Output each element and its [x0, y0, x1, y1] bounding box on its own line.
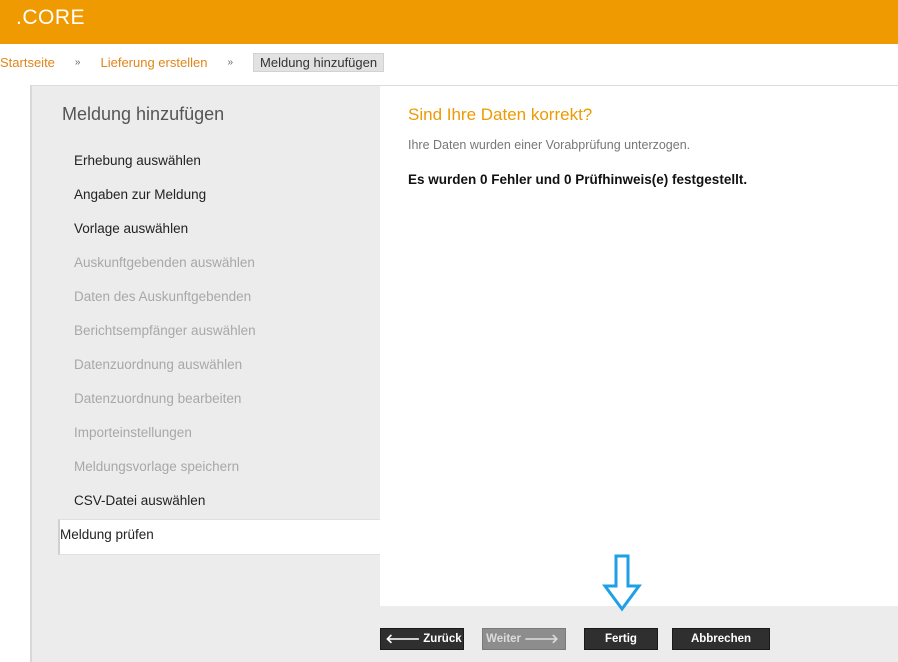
- content-subtitle: Ihre Daten wurden einer Vorabprüfung unt…: [408, 138, 691, 152]
- cancel-button[interactable]: Abbrechen: [672, 628, 770, 650]
- step-daten-des-auskunftgebenden: Daten des Auskunftgebenden: [74, 289, 252, 304]
- page-title: Sind Ihre Daten korrekt?: [408, 105, 593, 124]
- breadcrumb: Startseite » Lieferung erstellen » Meldu…: [0, 52, 385, 72]
- step-datenzuordnung-auswaehlen: Datenzuordnung auswählen: [74, 357, 243, 372]
- cancel-button-label: Abbrechen: [690, 633, 752, 645]
- step-auskunftgebenden-auswaehlen: Auskunftgebenden auswählen: [74, 255, 255, 270]
- step-angaben-zur-meldung[interactable]: Angaben zur Meldung: [74, 187, 206, 202]
- step-erhebung-auswaehlen[interactable]: Erhebung auswählen: [74, 153, 201, 168]
- wizard-sidebar: Meldung hinzufügen Erhebung auswählen An…: [32, 86, 382, 662]
- arrow-left-icon: 🡐: [385, 631, 421, 646]
- step-meldungsvorlage-speichern: Meldungsvorlage speichern: [74, 459, 240, 474]
- breadcrumb-current: Meldung hinzufügen: [253, 52, 385, 72]
- top-bar: .CORE: [0, 0, 898, 44]
- next-button[interactable]: Weiter 🡒: [482, 628, 566, 650]
- finish-button[interactable]: Fertig: [584, 628, 658, 650]
- back-button-label: Zurück: [423, 633, 462, 645]
- back-button[interactable]: 🡐 Zurück: [380, 628, 464, 650]
- next-button-label: Weiter: [486, 633, 522, 645]
- arrow-down-icon: [602, 554, 642, 612]
- step-meldung-pruefen[interactable]: Meldung prüfen: [60, 527, 154, 542]
- breadcrumb-separator-icon: »: [227, 56, 234, 68]
- step-berichtsempfaenger-auswaehlen: Berichtsempfänger auswählen: [74, 323, 256, 338]
- wizard-content: Sind Ihre Daten korrekt? Ihre Daten wurd…: [380, 86, 898, 606]
- sidebar-title: Meldung hinzufügen: [62, 104, 225, 124]
- validation-result: Es wurden 0 Fehler und 0 Prüfhinweis(e) …: [408, 172, 748, 187]
- breadcrumb-delivery-link[interactable]: Lieferung erstellen: [100, 55, 207, 70]
- app-logo: .CORE: [16, 6, 86, 29]
- step-vorlage-auswaehlen[interactable]: Vorlage auswählen: [74, 221, 188, 236]
- breadcrumb-home-link[interactable]: Startseite: [0, 55, 55, 70]
- step-importeinstellungen: Importeinstellungen: [74, 425, 192, 440]
- step-datenzuordnung-bearbeiten: Datenzuordnung bearbeiten: [74, 391, 242, 406]
- breadcrumb-separator-icon: »: [74, 56, 81, 68]
- wizard-panel: Meldung hinzufügen Erhebung auswählen An…: [30, 85, 898, 662]
- step-csv-datei-auswaehlen[interactable]: CSV-Datei auswählen: [74, 493, 205, 508]
- arrow-right-icon: 🡒: [524, 631, 559, 646]
- finish-button-label: Fertig: [605, 633, 637, 645]
